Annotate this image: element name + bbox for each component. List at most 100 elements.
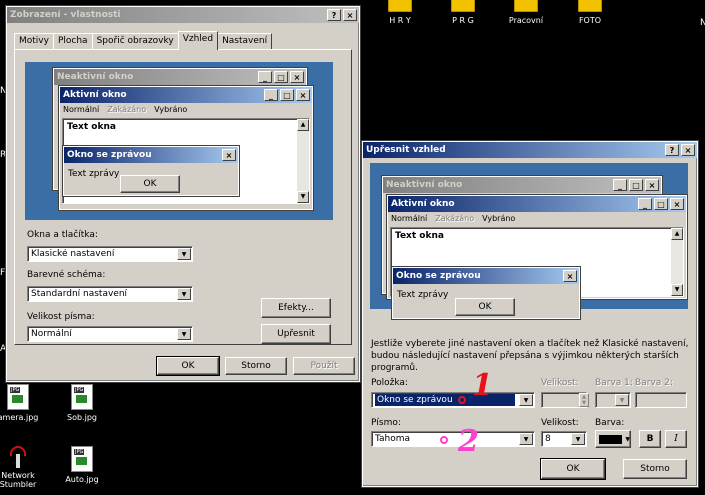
close-button[interactable]: × <box>681 144 695 156</box>
ok-button[interactable]: OK <box>156 356 220 376</box>
annotation-number-2: 2 <box>458 424 479 459</box>
desktop-icon-prg[interactable]: P R G <box>433 0 493 25</box>
windows-buttons-label: Okna a tlačítka: <box>27 230 98 240</box>
close-icon: × <box>645 179 659 191</box>
preview-msg-title: Okno se zprávou <box>396 271 481 281</box>
minimize-icon: _ <box>258 71 272 83</box>
color1-label: Barva 1: <box>595 378 633 388</box>
preview-msg-text: Text zprávy <box>397 290 449 300</box>
preview-menu-selected: Vybráno <box>154 105 188 114</box>
item-select[interactable]: Okno se zprávou ▼ <box>371 392 535 408</box>
advanced-button[interactable]: Upřesnit <box>261 324 331 344</box>
font-color-button[interactable]: ▼ <box>595 430 631 448</box>
desktop-icon-pracovni[interactable]: Pracovní <box>496 0 556 25</box>
desktop-edge-letter: F <box>0 268 6 278</box>
chevron-down-icon: ▼ <box>625 435 630 443</box>
chevron-down-icon[interactable]: ▼ <box>177 328 191 340</box>
color2-select[interactable] <box>635 392 687 408</box>
apply-button[interactable]: Použít <box>293 357 355 375</box>
ok-button[interactable]: OK <box>540 458 606 480</box>
chevron-down-icon[interactable]: ▼ <box>519 433 533 445</box>
color-scheme-select[interactable]: Standardní nastavení ▼ <box>27 286 193 302</box>
annotation-marker-2 <box>440 436 448 444</box>
tab-strip: Motivy Plocha Spořič obrazovky Vzhled Na… <box>14 31 273 50</box>
cancel-button[interactable]: Storno <box>623 459 687 479</box>
folder-icon <box>578 0 602 12</box>
close-icon: × <box>222 149 236 161</box>
help-button[interactable]: ? <box>665 144 679 156</box>
maximize-icon: □ <box>280 89 294 101</box>
advanced-titlebar[interactable]: Upřesnit vzhled ? × <box>363 142 697 158</box>
display-properties-window: Zobrazení - vlastnosti ? × Motivy Plocha… <box>5 5 361 383</box>
desktop-icon-hry[interactable]: H R Y <box>370 0 430 25</box>
tab-vzhled[interactable]: Vzhled <box>177 31 219 50</box>
help-button[interactable]: ? <box>327 9 341 21</box>
annotation-number-1: 1 <box>472 368 493 403</box>
font-size-select[interactable]: Normální ▼ <box>27 326 193 342</box>
close-icon: × <box>670 198 684 210</box>
jpg-file-icon: JPG <box>7 384 29 410</box>
preview-ok-button: OK <box>120 175 180 193</box>
chevron-down-icon[interactable]: ▼ <box>615 394 629 406</box>
chevron-down-icon[interactable]: ▼ <box>177 248 191 260</box>
bold-button[interactable]: B <box>639 430 661 448</box>
tab-plocha[interactable]: Plocha <box>52 33 93 49</box>
desktop-icon-camera-jpg[interactable]: JPG amera.jpg <box>0 384 48 422</box>
preview-inactive-title: Neaktivní okno <box>386 180 463 190</box>
preview-message-window: Okno se zprávou × Text zprávy OK <box>62 145 240 197</box>
minimize-icon: _ <box>638 198 652 210</box>
maximize-icon: □ <box>654 198 668 210</box>
color-swatch <box>599 434 623 444</box>
folder-icon <box>388 0 412 12</box>
advanced-appearance-window: Upřesnit vzhled ? × Neaktivní okno _ □ ×… <box>361 140 699 488</box>
font-size-select[interactable]: 8 ▼ <box>541 431 587 447</box>
minimize-icon: _ <box>264 89 278 101</box>
item-label: Položka: <box>371 378 408 388</box>
preview-menu: Normální Zakázáno Vybráno <box>388 212 686 225</box>
chevron-down-icon[interactable]: ▼ <box>519 394 533 406</box>
chevron-down-icon[interactable]: ▼ <box>571 433 585 445</box>
color-scheme-label: Barevné schéma: <box>27 270 106 280</box>
advanced-preview: Neaktivní okno _ □ × Aktivní okno _ □ × … <box>370 163 688 320</box>
close-button[interactable]: × <box>343 9 357 21</box>
size-spinner[interactable]: ▲ ▼ <box>579 393 589 407</box>
preview-menu-normal: Normální <box>63 105 100 114</box>
tab-nastaveni[interactable]: Nastavení <box>217 33 273 49</box>
preview-ok-button: OK <box>455 298 515 316</box>
font-size-label: Velikost písma: <box>27 312 95 322</box>
desktop-icon-network-stumbler[interactable]: Network Stumbler <box>0 446 48 489</box>
preview-message-window: Okno se zprávou × Text zprávy OK <box>391 266 581 320</box>
scroll-up-icon: ▲ <box>297 119 309 131</box>
desktop-icon-auto-jpg[interactable]: JPG Auto.jpg <box>52 446 112 484</box>
window-title: Upřesnit vzhled <box>366 145 446 155</box>
cancel-button[interactable]: Storno <box>225 357 287 375</box>
jpg-file-icon: JPG <box>71 446 93 472</box>
chevron-down-icon[interactable]: ▼ <box>177 288 191 300</box>
font-label: Písmo: <box>371 418 401 428</box>
preview-msg-title: Okno se zprávou <box>67 150 152 160</box>
desktop-icon-sob-jpg[interactable]: JPG Sob.jpg <box>52 384 112 422</box>
preview-menu-selected: Vybráno <box>482 214 516 223</box>
effects-button[interactable]: Efekty... <box>261 298 331 318</box>
folder-icon <box>451 0 475 12</box>
color1-select[interactable]: ▼ <box>595 392 631 408</box>
font-size-label: Velikost: <box>541 418 579 428</box>
close-icon: × <box>296 89 310 101</box>
font-select[interactable]: Tahoma ▼ <box>371 431 535 447</box>
tab-page-vzhled: Neaktivní okno _ □ × Aktivní okno _ □ × … <box>14 49 352 345</box>
annotation-marker-1 <box>458 396 466 404</box>
color2-label: Barva 2: <box>635 378 673 388</box>
desktop-icon-foto[interactable]: FOTO <box>560 0 620 25</box>
preview-menu-disabled: Zakázáno <box>435 214 475 223</box>
tab-sporic[interactable]: Spořič obrazovky <box>91 33 179 49</box>
preview-active-title: Aktivní okno <box>391 199 455 209</box>
italic-button[interactable]: I <box>665 430 687 448</box>
windows-buttons-select[interactable]: Klasické nastavení ▼ <box>27 246 193 262</box>
preview-active-title: Aktivní okno <box>63 90 127 100</box>
tab-motivy[interactable]: Motivy <box>14 33 54 49</box>
close-icon: × <box>563 270 577 282</box>
window-title: Zobrazení - vlastnosti <box>10 10 121 20</box>
appearance-preview: Neaktivní okno _ □ × Aktivní okno _ □ × … <box>25 62 333 220</box>
close-icon: × <box>290 71 304 83</box>
display-properties-titlebar[interactable]: Zobrazení - vlastnosti ? × <box>7 7 359 23</box>
